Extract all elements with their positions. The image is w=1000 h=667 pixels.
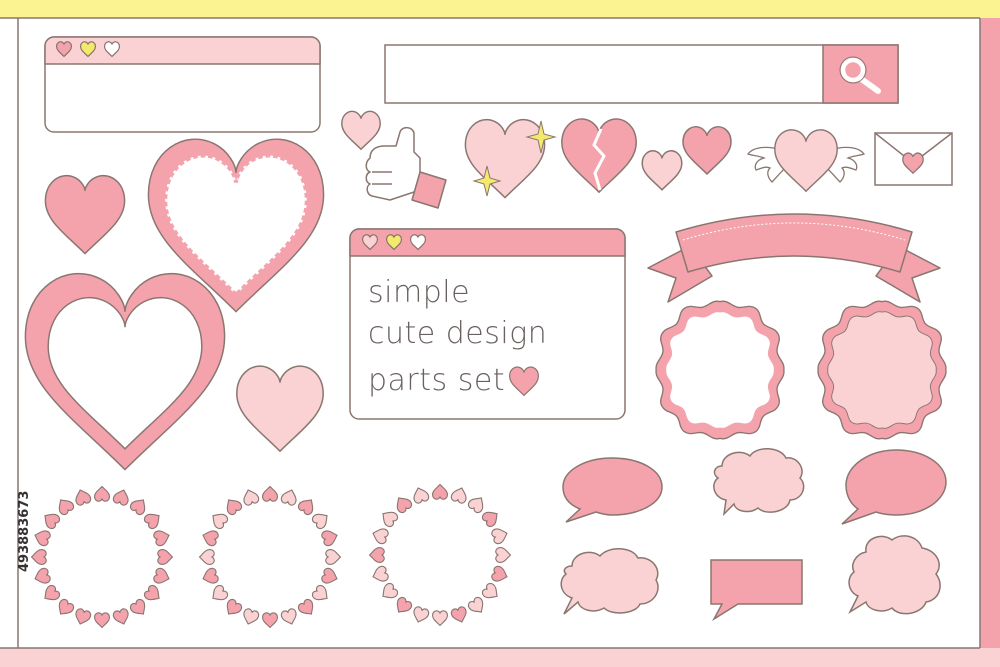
mini-window [44,36,321,133]
title-card-window: simple cute design parts set [349,228,626,420]
right-band [980,18,1000,667]
search-bar[interactable] [384,44,899,104]
parts-set-canvas: simple cute design parts set 493883673 [0,0,1000,667]
bottom-band [0,648,1000,667]
search-input[interactable] [384,44,899,104]
envelope-icon [874,132,953,186]
title-line-3: parts set [368,363,505,398]
title-line-2: cute design [368,316,547,351]
stock-id-text: 493883673 [17,491,32,572]
top-band [0,0,1000,18]
thought-cloud [560,548,659,615]
title-line-1: simple [368,275,470,310]
